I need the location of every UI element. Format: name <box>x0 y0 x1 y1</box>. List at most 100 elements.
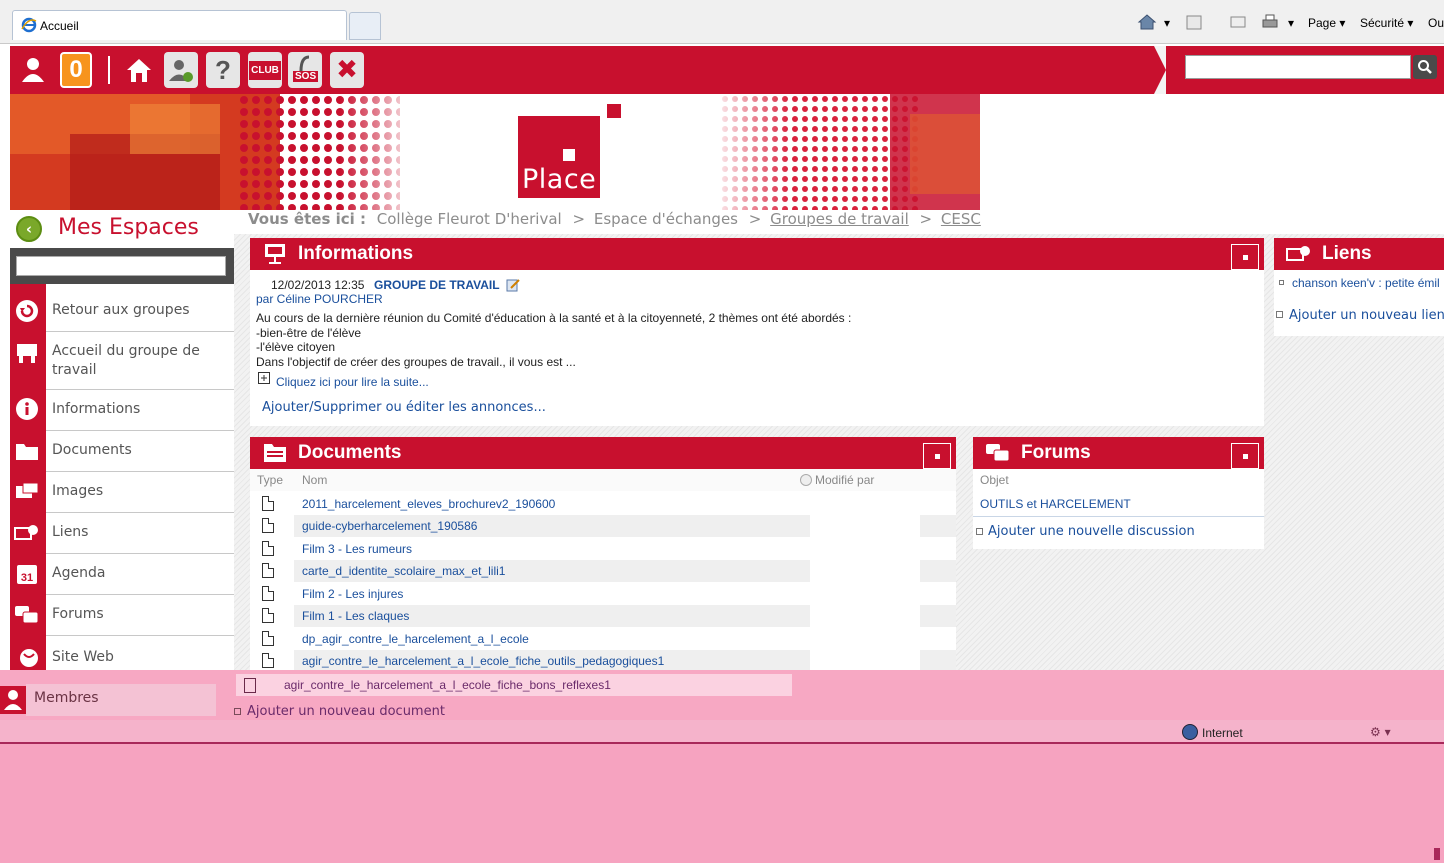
ie-logo-icon <box>21 17 37 33</box>
sidebar-item-images[interactable]: Images <box>46 472 234 513</box>
table-row[interactable]: Film 1 - Les claques <box>250 605 956 627</box>
return-icon <box>14 298 40 324</box>
forum-icon <box>14 602 40 628</box>
help-icon[interactable]: ? <box>206 52 240 88</box>
sort-radio-icon[interactable] <box>800 474 812 486</box>
print-icon[interactable] <box>1260 12 1280 32</box>
document-link[interactable]: agir_contre_le_harcelement_a_l_ecole_fic… <box>302 654 664 668</box>
document-link[interactable]: agir_contre_le_harcelement_a_l_ecole_fic… <box>284 678 611 692</box>
folder-stack-icon <box>264 444 286 462</box>
members-icon <box>0 686 26 714</box>
club-icon[interactable]: CLUB <box>248 52 282 88</box>
table-row[interactable]: guide-cyberharcelement_190586 <box>250 515 956 537</box>
svg-text:31: 31 <box>21 572 33 584</box>
banner: Place <box>10 94 1444 210</box>
sidebar-item-label: Documents <box>52 442 132 458</box>
list-item[interactable]: OUTILS et HARCELEMENT <box>973 491 1264 517</box>
minimize-button[interactable] <box>923 443 951 469</box>
document-link[interactable]: Film 1 - Les claques <box>302 609 409 623</box>
add-link-link[interactable]: Ajouter un nouveau lien <box>1289 308 1444 323</box>
feeds-icon[interactable] <box>1184 12 1204 32</box>
sidebar-item-site-web[interactable]: Site Web <box>46 636 234 670</box>
breadcrumb-item[interactable]: Groupes de travail <box>770 210 909 228</box>
security-menu[interactable]: Sécurité ▾ <box>1360 16 1413 30</box>
sos-icon[interactable]: SOS <box>288 52 322 88</box>
print-dropdown-arrow[interactable]: ▾ <box>1288 16 1294 30</box>
post-body-line: Au cours de la dernière réunion du Comit… <box>256 311 852 325</box>
resize-grip[interactable] <box>1434 848 1440 860</box>
logo-text: Place <box>522 164 597 195</box>
table-row[interactable]: dp_agir_contre_le_harcelement_a_l_ecole <box>250 628 956 650</box>
user-settings-icon[interactable] <box>164 52 198 88</box>
table-row[interactable]: Film 3 - Les rumeurs <box>250 538 956 560</box>
forum-icon <box>986 444 1010 462</box>
sidebar-title: Mes Espaces <box>58 215 199 240</box>
plus-icon <box>976 528 983 535</box>
post-group-link[interactable]: GROUPE DE TRAVAIL <box>374 278 500 292</box>
breadcrumb-item[interactable]: Collège Fleurot D'herival <box>377 210 562 228</box>
document-link[interactable]: carte_d_identite_scolaire_max_et_lili1 <box>302 564 505 578</box>
home-dropdown-arrow[interactable]: ▾ <box>1164 16 1170 30</box>
add-discussion-link[interactable]: Ajouter une nouvelle discussion <box>988 524 1195 539</box>
sidebar-item-informations[interactable]: Informations <box>46 390 234 431</box>
document-link[interactable]: Film 3 - Les rumeurs <box>302 542 412 556</box>
post-body-line: Dans l'objectif de créer des groupes de … <box>256 355 576 369</box>
column-header-modified-by[interactable]: Modifié par <box>815 473 874 487</box>
sidebar-item-label: Accueil du groupe de travail <box>52 343 200 378</box>
edit-note-icon[interactable] <box>506 278 520 292</box>
info-icon <box>14 396 40 422</box>
document-link[interactable]: guide-cyberharcelement_190586 <box>302 519 477 533</box>
tab-title: Accueil <box>40 19 79 33</box>
home-icon[interactable] <box>122 52 156 88</box>
new-tab-button[interactable] <box>349 12 381 40</box>
search-icon[interactable] <box>1413 55 1437 79</box>
expand-plus-icon[interactable] <box>258 372 270 384</box>
minimize-button[interactable] <box>1231 443 1259 469</box>
tools-menu[interactable]: Ou <box>1428 16 1444 30</box>
document-link[interactable]: Film 2 - Les injures <box>302 587 403 601</box>
manage-announcements-link[interactable]: Ajouter/Supprimer ou éditer les annonces… <box>262 400 546 415</box>
table-row[interactable]: Film 2 - Les injures <box>250 583 956 605</box>
user-profile-icon[interactable] <box>16 52 50 88</box>
column-header-name[interactable]: Nom <box>302 473 327 487</box>
document-link[interactable]: 2011_harcelement_eleves_brochurev2_19060… <box>302 497 555 511</box>
sidebar-item-label: Forums <box>52 606 104 622</box>
security-zone-label: Internet <box>1202 726 1243 740</box>
notification-counter[interactable]: 0 <box>60 52 92 88</box>
table-row[interactable]: agir_contre_le_harcelement_a_l_ecole_fic… <box>250 650 956 670</box>
breadcrumb-item[interactable]: CESC <box>941 210 981 228</box>
panel-title: Informations <box>298 243 414 264</box>
breadcrumb-item[interactable]: Espace d'échanges <box>594 210 738 228</box>
sidebar-item-accueil-groupe[interactable]: Accueil du groupe de travail <box>46 332 234 390</box>
protected-mode-icon[interactable]: ⚙ ▾ <box>1370 725 1391 739</box>
sidebar-item-retour-groupes[interactable]: Retour aux groupes <box>46 290 234 332</box>
link-item[interactable]: chanson keen'v : petite émil <box>1292 276 1440 290</box>
document-link[interactable]: dp_agir_contre_le_harcelement_a_l_ecole <box>302 632 529 646</box>
site-search-input[interactable] <box>1185 55 1411 79</box>
images-icon <box>14 479 40 505</box>
column-header-objet[interactable]: Objet <box>980 473 1009 487</box>
table-row[interactable]: carte_d_identite_scolaire_max_et_lili1 <box>250 560 956 582</box>
read-more-link[interactable]: Cliquez ici pour lire la suite... <box>276 375 429 389</box>
sidebar-search-input[interactable] <box>16 256 226 276</box>
panel-title: Documents <box>298 442 402 463</box>
browser-tab[interactable]: Accueil <box>12 10 347 40</box>
home-icon[interactable] <box>1137 12 1157 32</box>
back-arrow-icon[interactable]: ‹ <box>16 216 42 242</box>
file-icon <box>262 608 274 623</box>
sidebar-item-forums[interactable]: Forums <box>46 595 234 636</box>
sidebar-item-agenda[interactable]: Agenda <box>46 554 234 595</box>
minimize-button[interactable] <box>1231 244 1259 270</box>
table-row[interactable]: 2011_harcelement_eleves_brochurev2_19060… <box>250 493 956 515</box>
mail-icon[interactable] <box>1228 12 1248 32</box>
post-author[interactable]: par Céline POURCHER <box>256 292 383 306</box>
sidebar-item-documents[interactable]: Documents <box>46 431 234 472</box>
logout-icon[interactable]: ✖ <box>330 52 364 88</box>
column-header-type[interactable]: Type <box>257 473 283 487</box>
sidebar-item-liens[interactable]: Liens <box>46 513 234 554</box>
forum-topic-link[interactable]: OUTILS et HARCELEMENT <box>980 497 1131 511</box>
add-document-link[interactable]: Ajouter un nouveau document <box>247 704 445 719</box>
page-menu[interactable]: Page ▾ <box>1308 16 1345 30</box>
sidebar-item-label: Liens <box>52 524 89 540</box>
plus-icon <box>1276 311 1283 318</box>
